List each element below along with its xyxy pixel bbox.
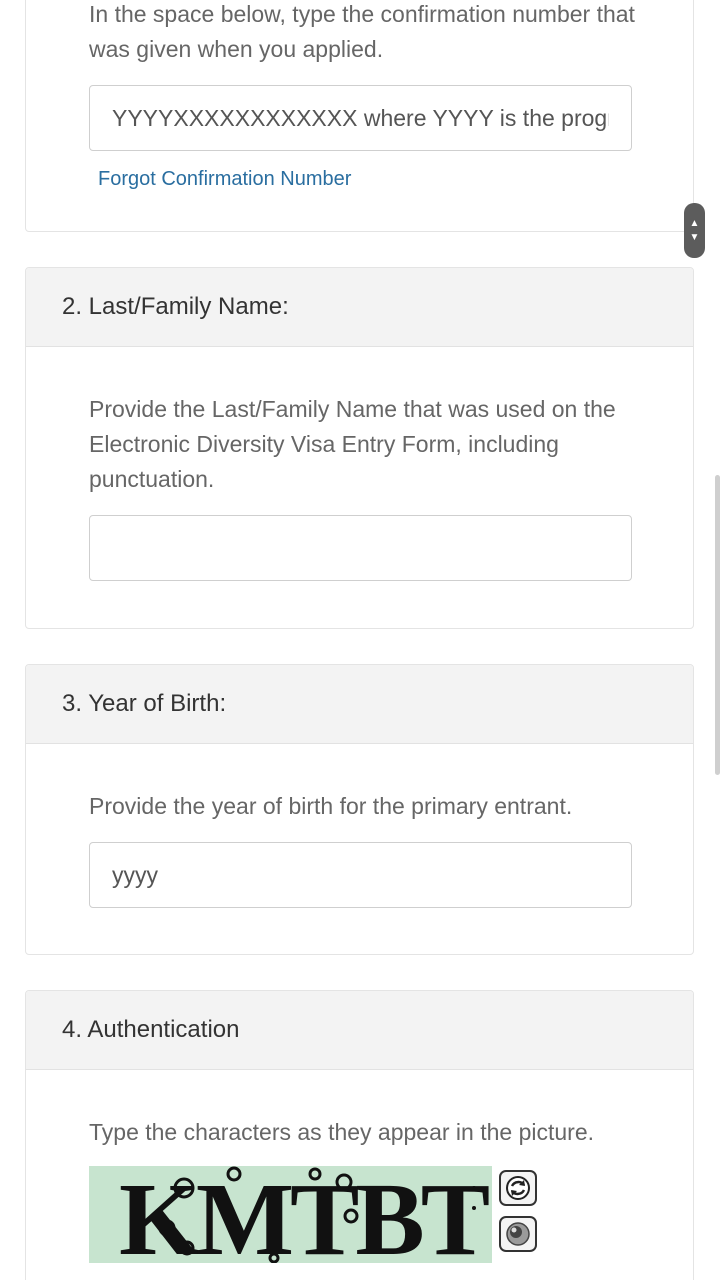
year-of-birth-instructions: Provide the year of birth for the primar… <box>89 793 573 819</box>
chevron-down-icon: ▼ <box>689 231 700 243</box>
chevron-up-icon: ▲ <box>689 217 700 229</box>
year-of-birth-input[interactable] <box>89 842 632 908</box>
year-of-birth-panel: 3. Year of Birth: Provide the year of bi… <box>25 664 694 955</box>
forgot-confirmation-link[interactable]: Forgot Confirmation Number <box>98 168 351 191</box>
captcha-image: KMTBT <box>89 1166 492 1263</box>
authentication-heading: 4. Authentication <box>26 991 693 1070</box>
last-name-panel: 2. Last/Family Name: Provide the Last/Fa… <box>25 267 694 629</box>
speaker-icon <box>506 1222 530 1246</box>
last-name-input[interactable] <box>89 515 632 581</box>
captcha-audio-button[interactable] <box>499 1216 537 1252</box>
confirmation-number-panel: In the space below, type the confirmatio… <box>25 0 694 232</box>
page: In the space below, type the confirmatio… <box>0 0 720 1280</box>
last-name-instructions: Provide the Last/Family Name that was us… <box>89 396 616 492</box>
captcha-refresh-button[interactable] <box>499 1170 537 1206</box>
page-scrollbar[interactable] <box>715 475 720 775</box>
year-of-birth-heading: 3. Year of Birth: <box>26 665 693 744</box>
scroll-handle[interactable]: ▲ ▼ <box>684 203 705 258</box>
refresh-icon <box>506 1176 530 1200</box>
captcha-characters: KMTBT <box>119 1166 490 1263</box>
authentication-instructions: Type the characters as they appear in th… <box>89 1119 595 1145</box>
confirmation-instructions: In the space below, type the confirmatio… <box>89 1 635 62</box>
confirmation-number-input[interactable] <box>89 85 632 151</box>
last-name-heading: 2. Last/Family Name: <box>26 268 693 347</box>
